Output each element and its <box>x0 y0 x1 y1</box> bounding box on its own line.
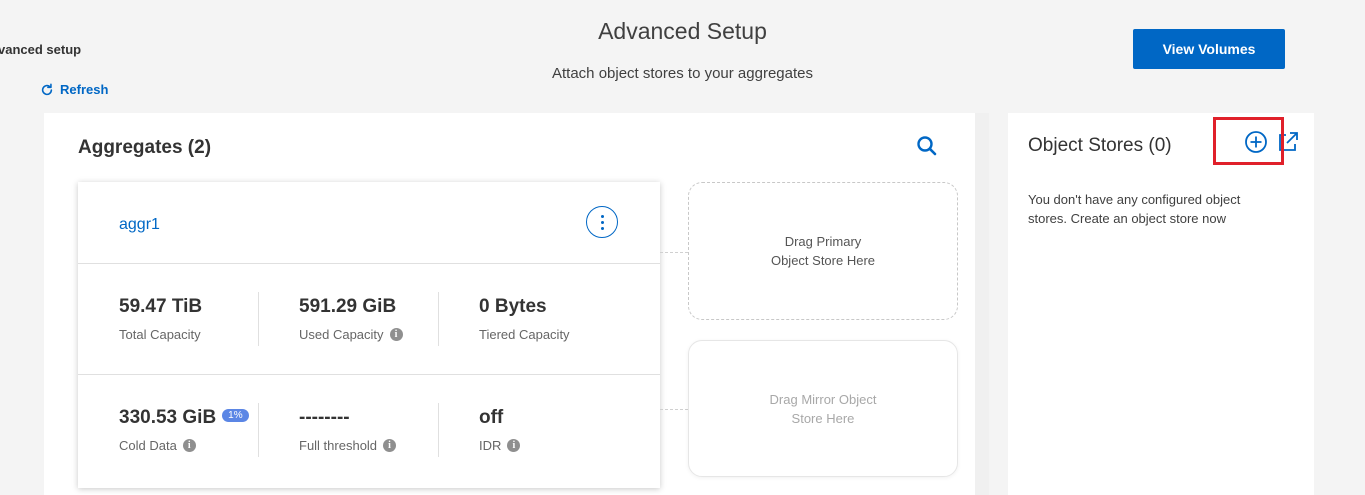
dropzone-label: Object Store Here <box>770 253 876 268</box>
metric-value: off <box>479 407 504 428</box>
idr-metric: off IDR i <box>479 407 521 453</box>
full-threshold-metric: -------- Full threshold i <box>299 407 397 453</box>
info-icon[interactable]: i <box>182 439 196 452</box>
refresh-icon <box>41 83 53 95</box>
divider <box>258 292 259 346</box>
used-capacity-metric: 591.29 GiB Used Capacity i <box>299 296 403 342</box>
mirror-object-store-dropzone[interactable]: Drag Mirror Object Store Here <box>688 340 958 477</box>
percent-badge: 1% <box>222 408 249 422</box>
aggregate-card: aggr1 59.47 TiB Total Capacity 591.29 Gi… <box>78 182 660 488</box>
connector-line <box>660 409 688 410</box>
metric-label: IDR <box>479 438 502 453</box>
aggregate-name-link[interactable]: aggr1 <box>119 216 160 234</box>
metric-value: 59.47 TiB <box>119 296 203 317</box>
info-icon[interactable]: i <box>383 439 397 452</box>
empty-state-message: You don't have any configured object sto… <box>1028 192 1241 226</box>
dropzone-label: Drag Primary <box>784 234 862 249</box>
object-stores-panel: Object Stores (0) You don't have any con… <box>1008 113 1314 495</box>
aggregates-title: Aggregates (2) <box>78 137 212 158</box>
aggregates-panel: Aggregates (2) aggr1 59.47 TiB Total Cap… <box>44 113 975 495</box>
divider <box>78 263 660 264</box>
connector-line <box>660 252 688 253</box>
metric-label: Tiered Capacity <box>479 327 570 342</box>
cold-data-metric: 330.53 GiB 1% Cold Data i <box>119 407 249 453</box>
divider <box>78 374 660 375</box>
dropzone-label: Store Here <box>791 410 855 426</box>
info-icon[interactable]: i <box>507 439 521 452</box>
search-icon[interactable] <box>916 135 938 157</box>
metric-value: 0 Bytes <box>479 296 547 317</box>
view-volumes-button[interactable]: View Volumes <box>1133 29 1285 69</box>
metric-value: -------- <box>299 407 350 428</box>
refresh-label: Refresh <box>60 82 109 97</box>
refresh-button[interactable]: Refresh <box>40 82 108 97</box>
info-icon[interactable]: i <box>389 328 403 341</box>
divider <box>258 403 259 457</box>
metric-value: 330.53 GiB <box>119 407 217 428</box>
metric-label: Cold Data <box>119 438 177 453</box>
tiered-capacity-metric: 0 Bytes Tiered Capacity <box>479 296 570 342</box>
divider <box>438 403 439 457</box>
object-stores-title: Object Stores (0) <box>1028 135 1172 156</box>
total-capacity-metric: 59.47 TiB Total Capacity <box>119 296 202 342</box>
metric-label: Full threshold <box>299 438 378 453</box>
kebab-menu-icon[interactable] <box>586 206 618 238</box>
dropzone-label: Drag Mirror Object <box>769 391 877 407</box>
highlight-box <box>1213 117 1284 165</box>
metric-value: 591.29 GiB <box>299 296 397 317</box>
metric-label: Total Capacity <box>119 327 201 342</box>
scrollbar[interactable] <box>975 113 989 495</box>
primary-object-store-dropzone[interactable]: Drag Primary Object Store Here <box>688 182 958 320</box>
divider <box>438 292 439 346</box>
metric-label: Used Capacity <box>299 327 384 342</box>
